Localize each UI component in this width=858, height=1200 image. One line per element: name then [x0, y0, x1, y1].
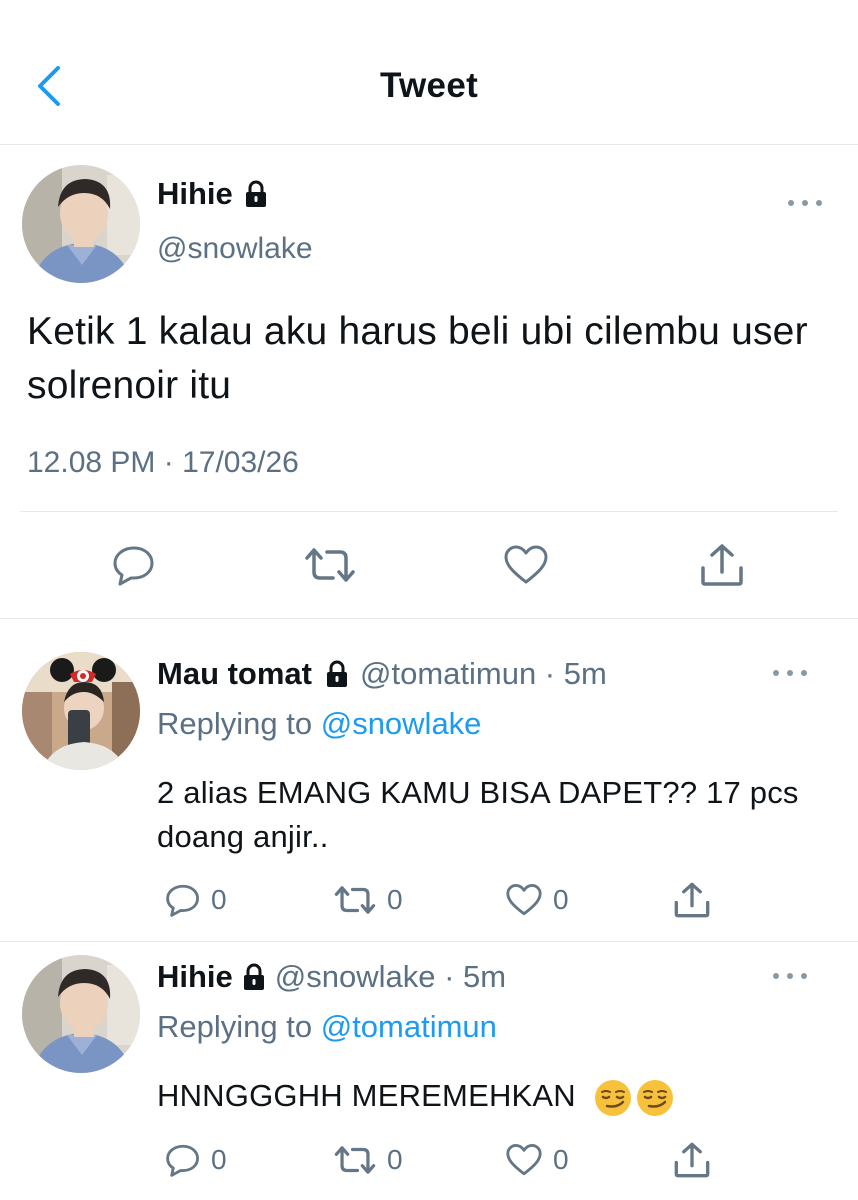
author-name-text: Hihie: [157, 176, 233, 211]
smirking-face-icon: [594, 1079, 631, 1116]
tweet-text: Ketik 1 kalau aku harus beli ubi cilembu…: [27, 310, 808, 407]
smirking-face-icon: [636, 1079, 673, 1116]
replying-to-label: Replying to: [157, 1009, 321, 1044]
reply-count: 0: [211, 1144, 227, 1175]
like-count: 0: [553, 1144, 569, 1175]
reply-author-name: Hihie: [157, 959, 233, 994]
reply-icon: [166, 884, 199, 917]
divider: [20, 511, 838, 512]
retweet-icon: [334, 1146, 376, 1174]
reply-icon: [113, 546, 154, 586]
share-icon: [701, 544, 743, 586]
reply-button[interactable]: 0: [165, 1143, 227, 1177]
heart-icon: [504, 545, 548, 584]
like-count: 0: [553, 884, 569, 915]
reply-author-handle: @snowlake · 5m: [274, 959, 507, 994]
divider: [0, 941, 858, 942]
lock-icon: [327, 660, 347, 687]
reply-author[interactable]: Hihie @snowlake · 5m: [157, 959, 506, 995]
lock-icon: [245, 180, 266, 207]
share-icon: [674, 882, 710, 918]
retweet-icon: [305, 548, 355, 582]
share-button[interactable]: [673, 881, 711, 919]
share-icon: [674, 1142, 710, 1178]
author-handle[interactable]: @snowlake: [157, 232, 313, 266]
reply-author-name: Mau tomat: [157, 656, 312, 691]
page-title: Tweet: [379, 66, 479, 105]
retweet-count: 0: [387, 884, 403, 915]
more-options-button[interactable]: [770, 966, 810, 986]
replying-to: Replying to @tomatimun: [157, 1009, 497, 1045]
replying-to-label: Replying to: [157, 706, 321, 741]
avatar[interactable]: [22, 165, 140, 283]
like-button[interactable]: 0: [505, 883, 569, 917]
more-icon: [773, 670, 779, 676]
mention-link[interactable]: @snowlake: [321, 706, 482, 741]
share-button[interactable]: [699, 542, 745, 588]
reply-author[interactable]: Mau tomat @tomatimun · 5m: [157, 656, 607, 692]
more-icon: [788, 200, 794, 206]
more-options-button[interactable]: [770, 663, 810, 683]
retweet-icon: [334, 886, 376, 914]
retweet-count: 0: [387, 1144, 403, 1175]
more-icon: [773, 973, 779, 979]
like-button[interactable]: [503, 544, 549, 586]
avatar[interactable]: [22, 955, 140, 1073]
more-options-button[interactable]: [785, 193, 825, 213]
like-button[interactable]: 0: [505, 1143, 569, 1177]
reply-button[interactable]: [112, 544, 156, 586]
replying-to: Replying to @snowlake: [157, 706, 481, 742]
mention-link[interactable]: @tomatimun: [321, 1009, 497, 1044]
reply-icon: [166, 1144, 199, 1177]
reply-count: 0: [211, 884, 227, 915]
retweet-button[interactable]: 0: [333, 1143, 403, 1177]
reply-text: HNNGGGHH MEREMEHKAN: [157, 1078, 576, 1113]
top-bar: Tweet: [0, 0, 858, 145]
reply-button[interactable]: 0: [165, 883, 227, 917]
reply-text: 2 alias EMANG KAMU BISA DAPET?? 17 pcs d…: [157, 775, 799, 854]
reply-author-handle: @tomatimun · 5m: [360, 656, 607, 691]
divider: [0, 618, 858, 619]
reply-text-row: HNNGGGHH MEREMEHKAN: [157, 1074, 837, 1118]
share-button[interactable]: [673, 1141, 711, 1179]
retweet-button[interactable]: 0: [333, 883, 403, 917]
lock-icon: [243, 963, 264, 990]
heart-icon: [506, 1144, 542, 1176]
tweet-timestamp[interactable]: 12.08 PM · 17/03/26: [27, 446, 299, 480]
retweet-button[interactable]: [303, 544, 357, 586]
author-name[interactable]: Hihie: [157, 176, 269, 212]
heart-icon: [506, 884, 542, 916]
avatar[interactable]: [22, 652, 140, 770]
